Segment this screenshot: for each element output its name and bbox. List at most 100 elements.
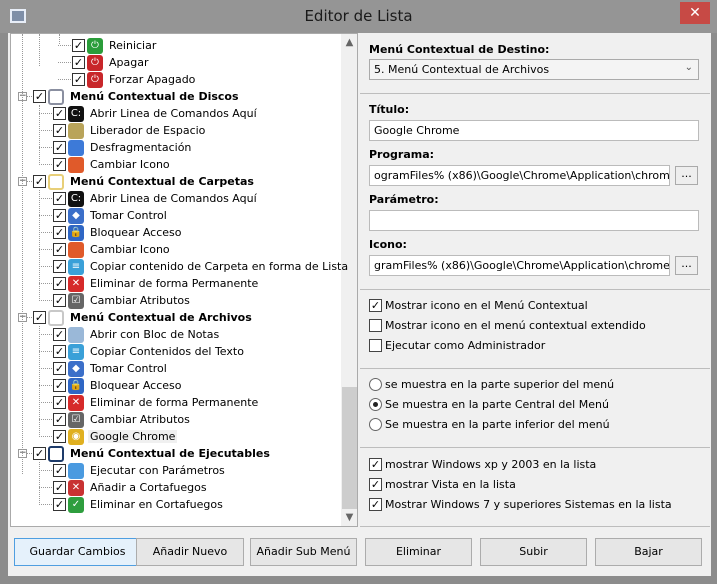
parametro-input[interactable] bbox=[369, 210, 699, 231]
copy-icon: ≡ bbox=[68, 258, 84, 275]
checkbox[interactable]: ✓ bbox=[53, 464, 66, 477]
tree-item[interactable]: ✓ Menú Contextual de Ejecutables bbox=[33, 445, 272, 462]
checkbox[interactable] bbox=[369, 319, 382, 332]
tree-item[interactable]: ✓ ⏻ Apagar bbox=[72, 54, 151, 71]
checkbox[interactable]: ✓ bbox=[53, 209, 66, 222]
radio-button[interactable] bbox=[369, 398, 382, 411]
checkbox[interactable]: ✓ bbox=[53, 158, 66, 171]
add-new-button[interactable]: Añadir Nuevo bbox=[136, 538, 244, 566]
checkbox[interactable]: ✓ bbox=[72, 73, 85, 86]
tree-item[interactable]: ✓ ⏻ Reiniciar bbox=[72, 37, 158, 54]
tree-item[interactable]: ✓ ⏻ Forzar Apagado bbox=[72, 71, 197, 88]
tree-connector bbox=[39, 470, 52, 471]
scroll-thumb[interactable] bbox=[342, 387, 357, 509]
checkbox[interactable]: ✓ bbox=[369, 458, 382, 471]
checkbox[interactable]: ✓ bbox=[53, 192, 66, 205]
checkbox[interactable]: ✓ bbox=[53, 396, 66, 409]
disk-icon bbox=[48, 88, 64, 105]
position-radio[interactable]: se muestra en la parte superior del menú bbox=[369, 378, 614, 391]
option-checkbox[interactable]: ✓ mostrar Vista en la lista bbox=[369, 478, 516, 491]
close-button[interactable]: ✕ bbox=[680, 2, 710, 24]
icono-browse-button[interactable]: ... bbox=[675, 256, 698, 275]
scroll-up-icon[interactable]: ▲ bbox=[341, 34, 357, 51]
move-up-button[interactable]: Subir bbox=[480, 538, 587, 566]
checkbox[interactable]: ✓ bbox=[33, 90, 46, 103]
tree-item[interactable]: ✓ Ejecutar con Parámetros bbox=[53, 462, 227, 479]
tree-item[interactable]: ✓ ☑ Cambiar Atributos bbox=[53, 411, 192, 428]
checkbox[interactable]: ✓ bbox=[53, 498, 66, 511]
checkbox[interactable]: ✓ bbox=[369, 299, 382, 312]
checkbox[interactable]: ✓ bbox=[72, 56, 85, 69]
checkbox[interactable]: ✓ bbox=[53, 107, 66, 120]
checkbox[interactable]: ✓ bbox=[33, 311, 46, 324]
tree-item[interactable]: ✓ ◆ Tomar Control bbox=[53, 360, 169, 377]
checkbox[interactable]: ✓ bbox=[369, 498, 382, 511]
option-checkbox[interactable]: ✓ Mostrar Windows 7 y superiores Sistemas… bbox=[369, 498, 672, 511]
checkbox[interactable]: ✓ bbox=[72, 39, 85, 52]
save-button[interactable]: Guardar Cambios bbox=[14, 538, 141, 566]
tree-item[interactable]: ✓ ✓ Eliminar en Cortafuegos bbox=[53, 496, 225, 513]
tree-item[interactable]: ✓ Menú Contextual de Discos bbox=[33, 88, 241, 105]
tree-item[interactable]: ✓ 🔒 Bloquear Acceso bbox=[53, 224, 183, 241]
option-checkbox[interactable]: ✓ Mostrar icono en el Menú Contextual bbox=[369, 299, 588, 312]
option-checkbox[interactable]: ✓ mostrar Windows xp y 2003 en la lista bbox=[369, 458, 596, 471]
radio-button[interactable] bbox=[369, 418, 382, 431]
delete-button[interactable]: Eliminar bbox=[365, 538, 472, 566]
menu-tree[interactable]: ▲ ▼ ✓ ⏻ Reiniciar ✓ ⏻ Apagar ✓ ⏻ Forzar Apagado ✓… bbox=[10, 33, 358, 527]
add-submenu-button[interactable]: Añadir Sub Menú bbox=[250, 538, 357, 566]
tree-item[interactable]: ✓ ◆ Tomar Control bbox=[53, 207, 169, 224]
tree-item[interactable]: ✓ ✕ Añadir a Cortafuegos bbox=[53, 479, 209, 496]
tree-item[interactable]: ✓ Menú Contextual de Archivos bbox=[33, 309, 254, 326]
checkbox[interactable] bbox=[369, 339, 382, 352]
tree-item[interactable]: ✓ ✕ Eliminar de forma Permanente bbox=[53, 394, 260, 411]
tree-item[interactable]: ✓ Cambiar Icono bbox=[53, 156, 172, 173]
checkbox[interactable]: ✓ bbox=[33, 447, 46, 460]
checkbox[interactable]: ✓ bbox=[33, 175, 46, 188]
position-radio[interactable]: Se muestra en la parte Central del Menú bbox=[369, 398, 609, 411]
checkbox[interactable]: ✓ bbox=[53, 141, 66, 154]
tree-item[interactable]: ✓ ≡ Copiar Contenidos del Texto bbox=[53, 343, 246, 360]
checkbox[interactable]: ✓ bbox=[53, 226, 66, 239]
radio-button[interactable] bbox=[369, 378, 382, 391]
programa-browse-button[interactable]: ... bbox=[675, 166, 698, 185]
checkbox[interactable]: ✓ bbox=[53, 345, 66, 358]
tree-item[interactable]: ✓ Menú Contextual de Carpetas bbox=[33, 173, 256, 190]
tree-item[interactable]: ✓ Cambiar Icono bbox=[53, 241, 172, 258]
tree-item[interactable]: ✓ C: Abrir Linea de Comandos Aquí bbox=[53, 190, 259, 207]
checkbox[interactable]: ✓ bbox=[53, 277, 66, 290]
tree-item[interactable]: ✓ ☑ Cambiar Atributos bbox=[53, 292, 192, 309]
position-radio[interactable]: Se muestra en la parte inferior del menú bbox=[369, 418, 610, 431]
checkbox[interactable]: ✓ bbox=[369, 478, 382, 491]
tree-item[interactable]: ✓ ≡ Copiar contenido de Carpeta en forma d… bbox=[53, 258, 350, 275]
tree-item-label: Menú Contextual de Archivos bbox=[70, 311, 252, 324]
tree-item[interactable]: ✓ C: Abrir Linea de Comandos Aquí bbox=[53, 105, 259, 122]
programa-input[interactable]: ogramFiles% (x86)\Google\Chrome\Applicat… bbox=[369, 165, 670, 186]
checkbox[interactable]: ✓ bbox=[53, 413, 66, 426]
checkbox[interactable]: ✓ bbox=[53, 243, 66, 256]
checkbox[interactable]: ✓ bbox=[53, 379, 66, 392]
tree-item[interactable]: ✓ Liberador de Espacio bbox=[53, 122, 207, 139]
checkbox[interactable]: ✓ bbox=[53, 362, 66, 375]
tree-item-label: Copiar Contenidos del Texto bbox=[90, 345, 244, 358]
tree-item[interactable]: ✓ Desfragmentación bbox=[53, 139, 193, 156]
option-checkbox[interactable]: Mostrar icono en el menú contextual exte… bbox=[369, 319, 646, 332]
option-checkbox[interactable]: Ejecutar como Administrador bbox=[369, 339, 545, 352]
checkbox[interactable]: ✓ bbox=[53, 430, 66, 443]
tree-item[interactable]: ✓ Abrir con Bloc de Notas bbox=[53, 326, 221, 343]
tree-item[interactable]: ✓ 🔒 Bloquear Acceso bbox=[53, 377, 183, 394]
checkbox[interactable]: ✓ bbox=[53, 481, 66, 494]
defrag-icon bbox=[68, 139, 84, 156]
checkbox[interactable]: ✓ bbox=[53, 260, 66, 273]
checkbox[interactable]: ✓ bbox=[53, 124, 66, 137]
icono-input[interactable]: gramFiles% (x86)\Google\Chrome\Applicati… bbox=[369, 255, 670, 276]
checkbox[interactable]: ✓ bbox=[53, 328, 66, 341]
tree-item[interactable]: ✓ ✕ Eliminar de forma Permanente bbox=[53, 275, 260, 292]
move-down-button[interactable]: Bajar bbox=[595, 538, 702, 566]
scroll-down-icon[interactable]: ▼ bbox=[341, 509, 357, 526]
destino-select[interactable]: 5. Menú Contextual de Archivos ⌄ bbox=[369, 59, 699, 80]
checkbox[interactable]: ✓ bbox=[53, 294, 66, 307]
titulo-input[interactable]: Google Chrome bbox=[369, 120, 699, 141]
tree-scrollbar[interactable]: ▲ ▼ bbox=[341, 34, 357, 526]
tree-item[interactable]: ✓ ◉ Google Chrome bbox=[53, 428, 178, 445]
tree-connector bbox=[39, 351, 52, 352]
